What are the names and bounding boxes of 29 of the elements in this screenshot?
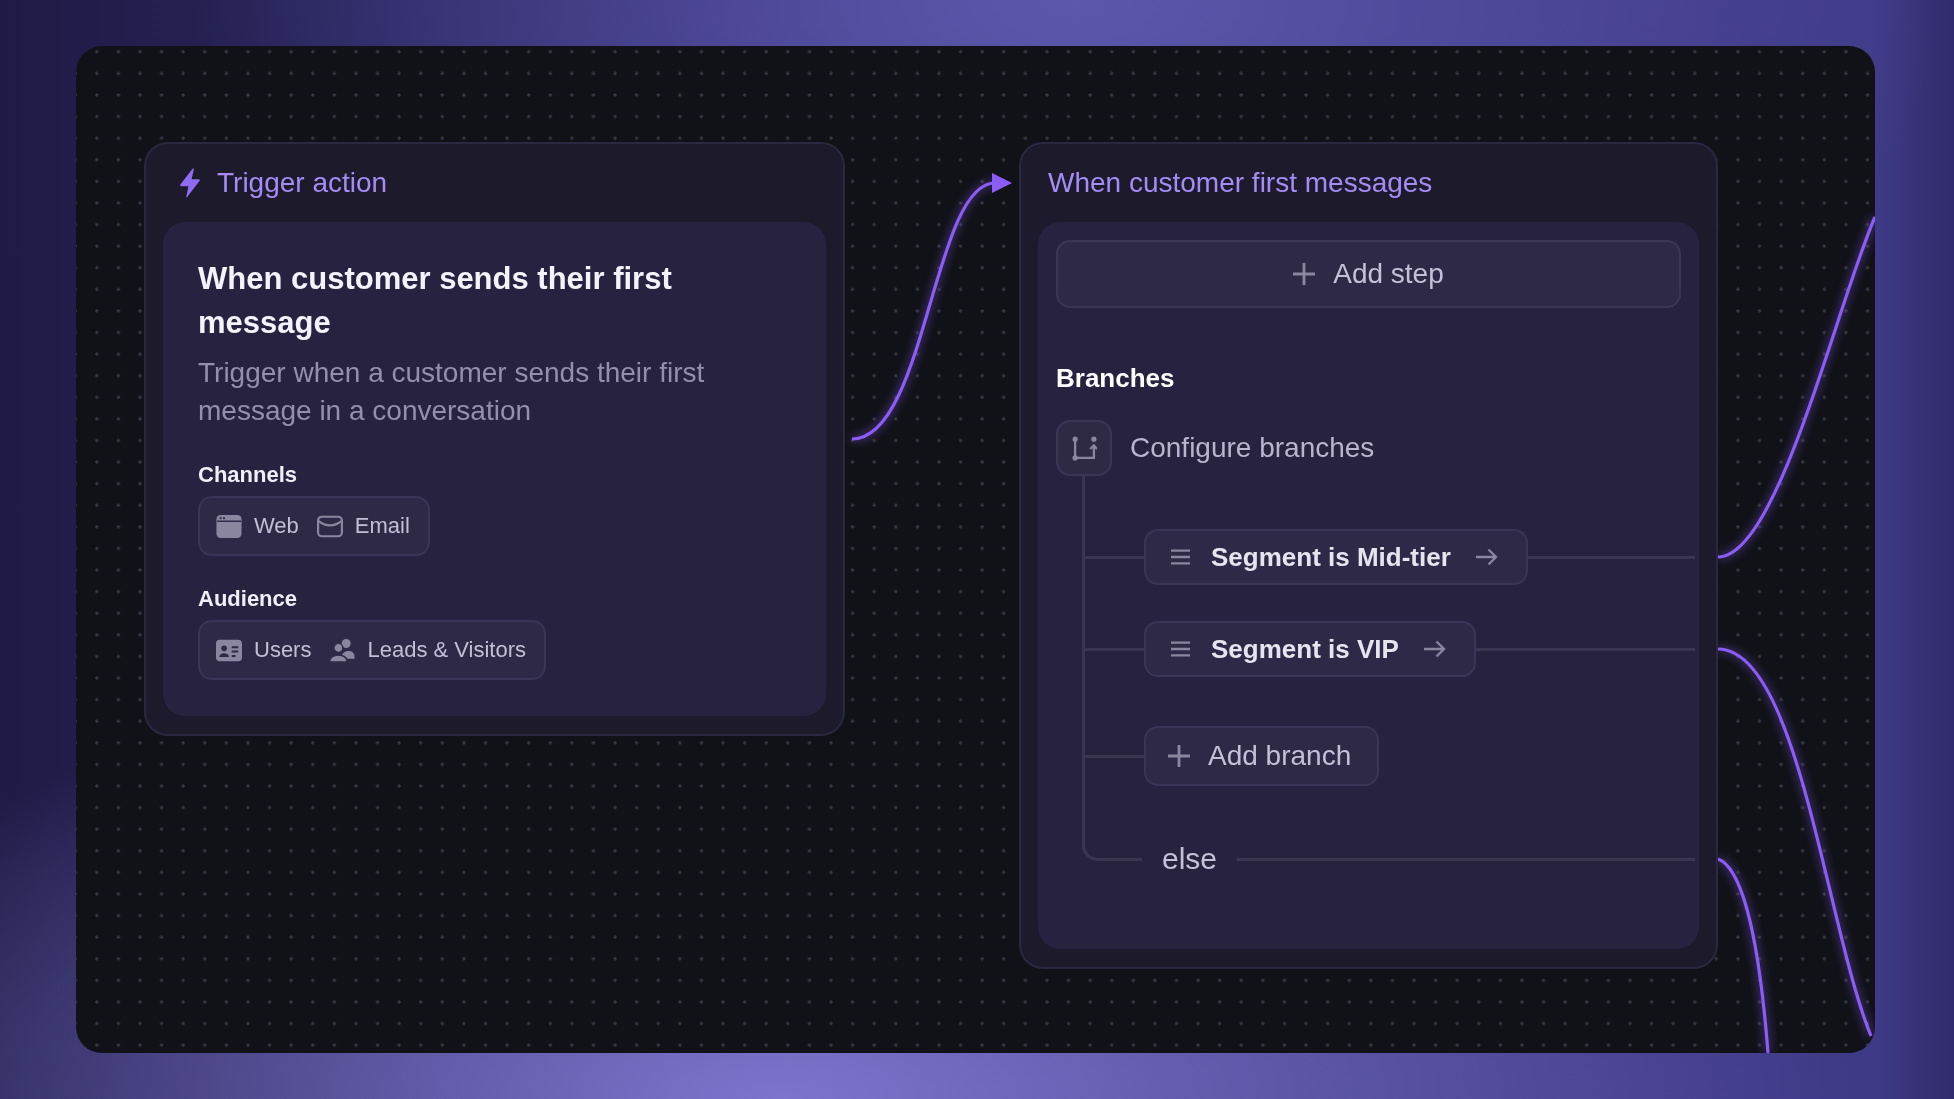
lightning-icon [179, 168, 201, 198]
arrow-right-icon [1475, 548, 1498, 566]
people-icon [329, 638, 356, 662]
else-label: else [1162, 842, 1218, 876]
add-step-button[interactable]: Add step [1056, 240, 1681, 308]
node-title: Trigger action [217, 167, 388, 199]
branch-pill[interactable]: Segment is VIP [1144, 621, 1476, 677]
id-card-icon [216, 638, 242, 662]
trigger-description: Trigger when a customer sends their first message in a conversation [198, 356, 706, 428]
arrow-right-icon [1423, 640, 1446, 658]
chip-label: Users [254, 637, 312, 663]
chip-label: Leads & Visitors [367, 637, 527, 663]
section-label: Channels [198, 461, 299, 489]
chip-label: Web [254, 513, 299, 539]
drag-handle-icon [1171, 549, 1190, 565]
envelope-icon [316, 514, 343, 538]
plus-icon [1293, 263, 1316, 285]
browser-icon [216, 514, 242, 538]
chip-label: Email [354, 513, 410, 539]
add-branch-button[interactable]: Add branch [1144, 726, 1380, 786]
branch-icon [1056, 420, 1112, 476]
section-label: Audience [198, 585, 299, 613]
section-heading: Branches [1056, 362, 1176, 394]
branch-pill[interactable]: Segment is Mid-tier [1144, 529, 1528, 585]
trigger-title: When customer sends their first message [198, 260, 673, 342]
configure-branches-button[interactable]: Configure branches [1056, 420, 1375, 476]
node-title: When customer first messages [1048, 167, 1433, 199]
drag-handle-icon [1171, 641, 1190, 657]
plus-icon [1168, 745, 1190, 767]
